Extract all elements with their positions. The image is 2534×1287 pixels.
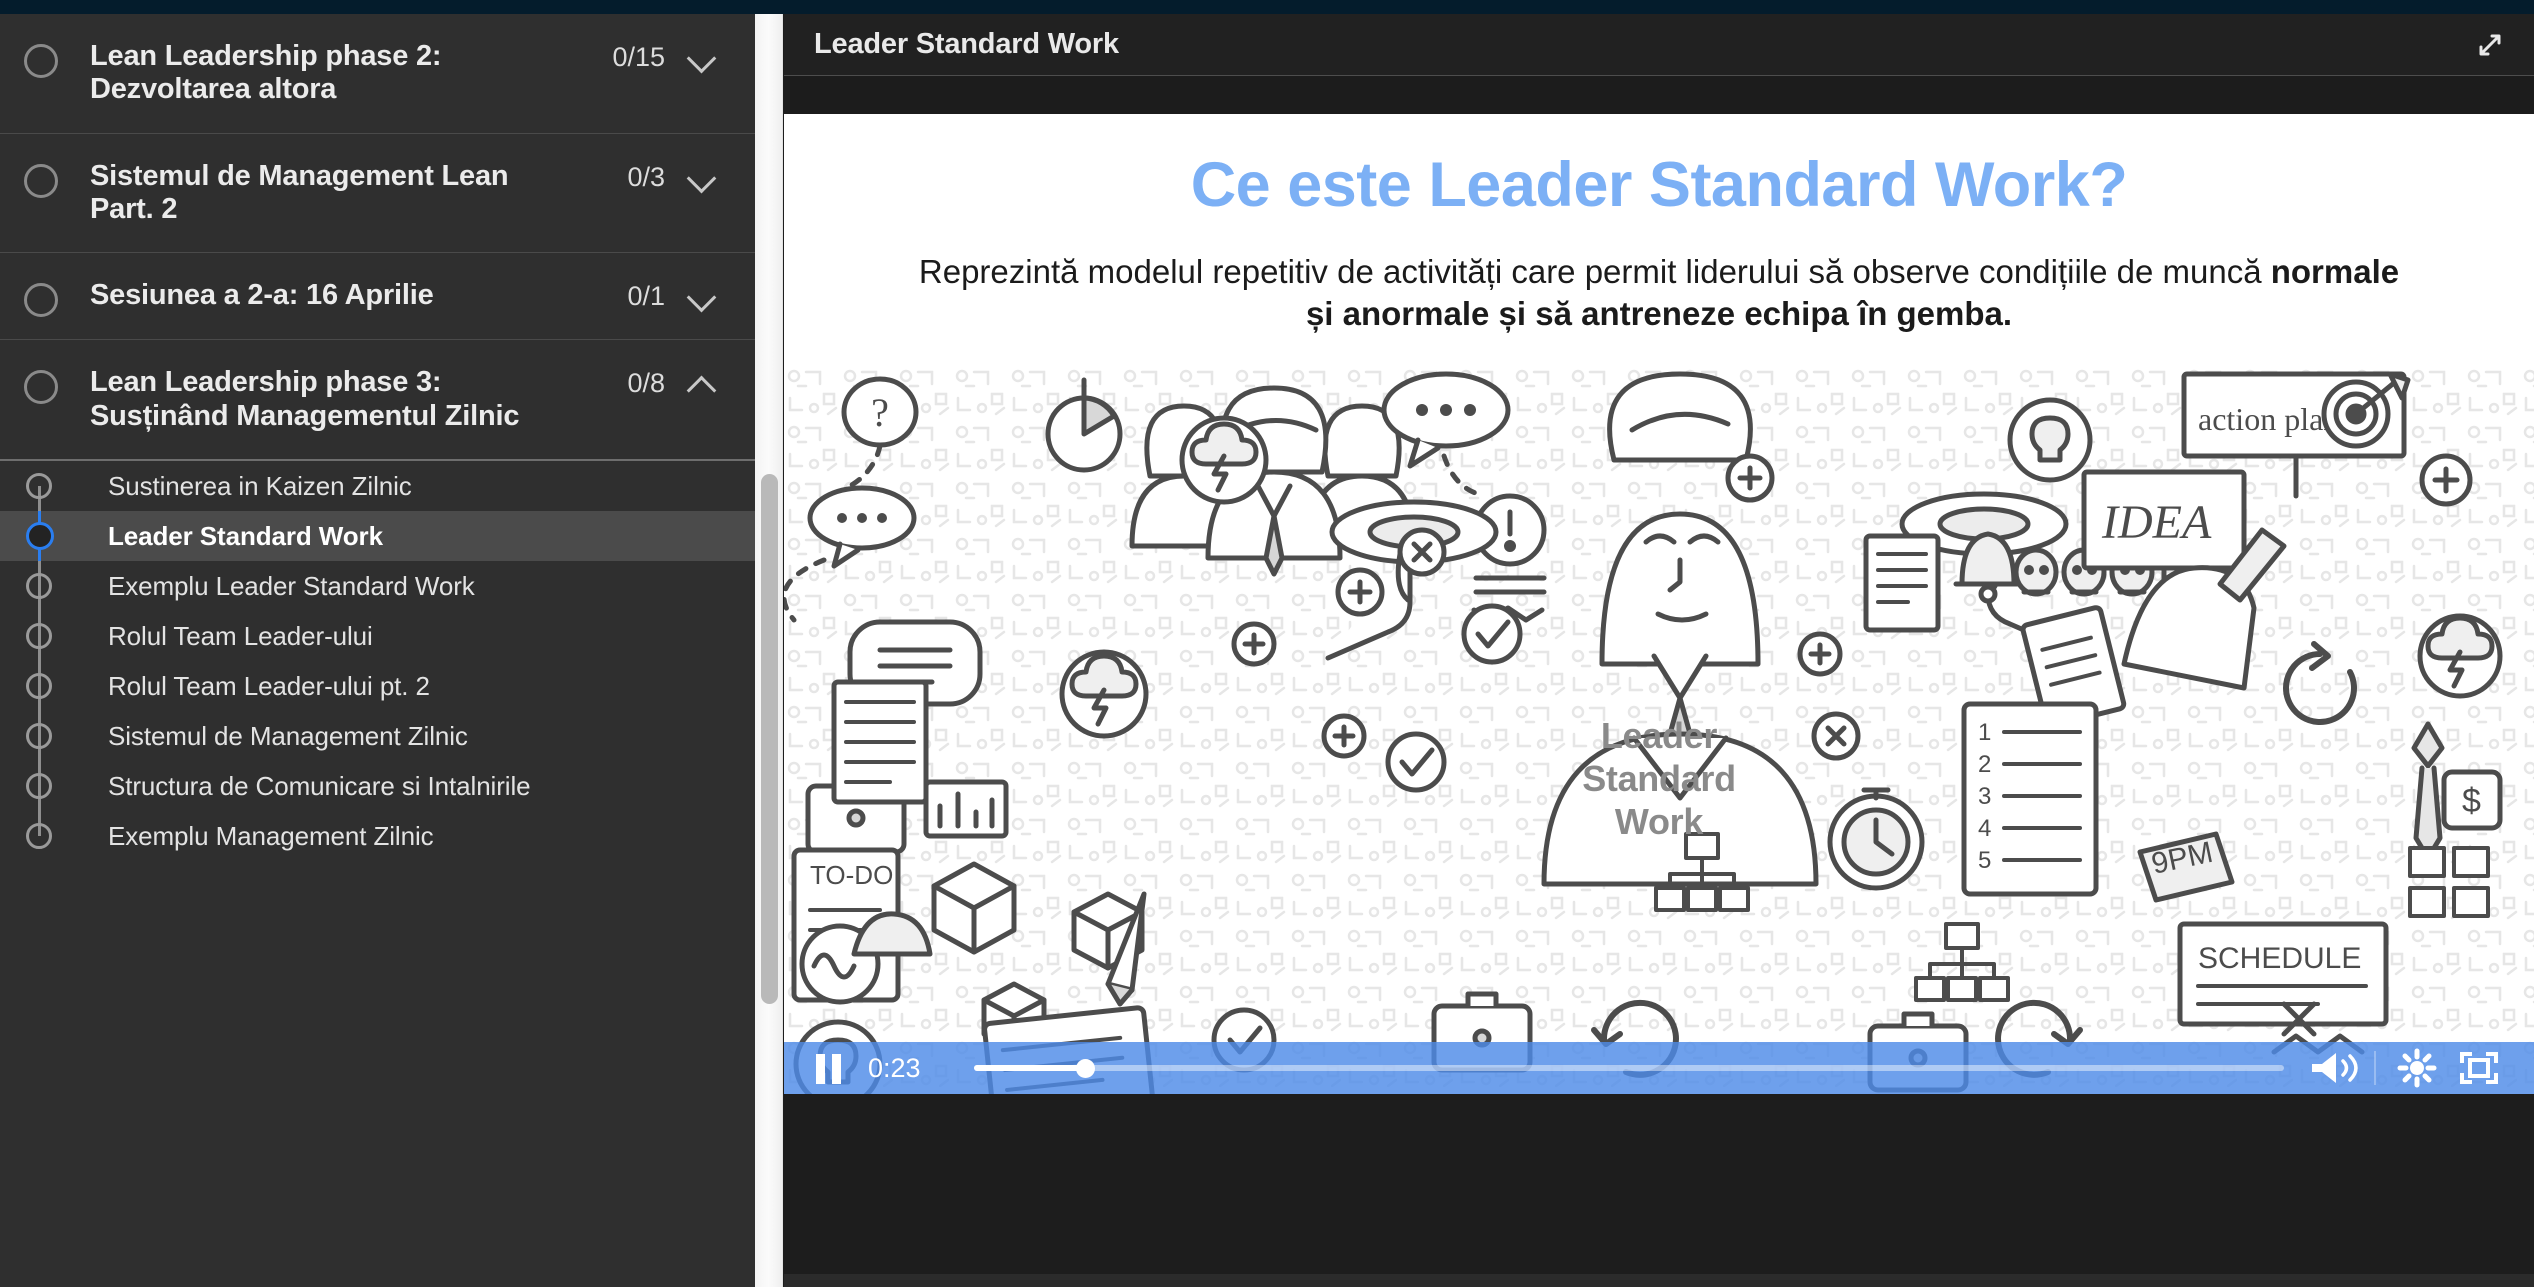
module-progress-count: 0/1 — [627, 281, 665, 312]
center-label-line-1: Leader — [1600, 715, 1718, 756]
lesson-status-circle-icon — [26, 473, 52, 500]
center-label-line-2: Standard — [1582, 758, 1736, 800]
chevron-down-icon[interactable] — [679, 160, 725, 194]
module-title: Lean Leadership phase 3: Susținând Manag… — [90, 366, 520, 432]
bottom-bar — [784, 1274, 2534, 1287]
pause-icon[interactable] — [808, 1051, 848, 1085]
lesson-label: Leader Standard Work — [108, 520, 383, 551]
lesson-status-circle-icon — [26, 673, 52, 700]
sidebar-module-0[interactable]: Lean Leadership phase 2: Dezvoltarea alt… — [0, 14, 755, 134]
volume-on-icon[interactable] — [2302, 1048, 2364, 1088]
module-progress-circle-icon — [24, 163, 58, 198]
module-progress-count: 0/8 — [627, 368, 665, 399]
module-progress-count: 0/15 — [612, 42, 665, 72]
controls-divider — [2374, 1051, 2376, 1085]
lesson-item-0[interactable]: Sustinerea in Kaizen Zilnic — [0, 461, 755, 512]
svg-text:3: 3 — [1978, 783, 1991, 810]
module-title: Lean Leadership phase 2: Dezvoltarea alt… — [90, 40, 442, 106]
svg-text:$: $ — [2462, 782, 2481, 820]
svg-text:4: 4 — [1978, 815, 1991, 842]
svg-text:5: 5 — [1978, 847, 1991, 874]
lesson-status-circle-icon — [26, 623, 52, 650]
lesson-label: Rolul Team Leader-ului pt. 2 — [108, 670, 430, 701]
video-controls-bar[interactable]: 0:23 — [784, 1042, 2534, 1094]
svg-text:?: ? — [871, 390, 889, 435]
lesson-item-3[interactable]: Rolul Team Leader-ului — [0, 611, 755, 662]
lesson-label: Exemplu Management Zilnic — [108, 820, 434, 851]
module-progress-circle-icon — [24, 283, 58, 318]
lesson-item-7[interactable]: Exemplu Management Zilnic — [0, 811, 755, 861]
module-title: Sistemul de Management Lean Part. 2 — [90, 159, 509, 226]
lesson-label: Sistemul de Management Zilnic — [108, 720, 468, 751]
module-progress-circle-icon — [24, 370, 58, 405]
video-stage[interactable]: Ce este Leader Standard Work? Reprezintă… — [784, 114, 2534, 1094]
lesson-item-2[interactable]: Exemplu Leader Standard Work — [0, 561, 755, 612]
below-video-area — [784, 1094, 2534, 1274]
lesson-status-circle-icon — [26, 723, 52, 750]
progress-slider[interactable] — [974, 1058, 2284, 1078]
top-navy-strip — [0, 0, 2534, 14]
lesson-item-6[interactable]: Structura de Comunicare si Intalnirile — [0, 761, 755, 812]
progress-fill — [974, 1065, 1086, 1071]
video-header: Leader Standard Work — [784, 14, 2534, 76]
svg-text:TO-DO: TO-DO — [810, 860, 893, 890]
sidebar-scrollbar-thumb[interactable] — [761, 474, 778, 1004]
lesson-status-circle-icon — [26, 773, 52, 800]
svg-text:2: 2 — [1978, 751, 1991, 778]
illustration-center-label: Leader Standard Work — [1582, 714, 1736, 844]
svg-text:IDEA: IDEA — [2101, 496, 2212, 549]
lesson-label: Exemplu Leader Standard Work — [108, 570, 475, 601]
lesson-label: Rolul Team Leader-ului — [108, 620, 373, 651]
course-sidebar[interactable]: Lean Leadership phase 2: Dezvoltarea alt… — [0, 14, 755, 1287]
svg-text:1: 1 — [1978, 719, 1991, 746]
chevron-down-icon[interactable] — [679, 40, 725, 74]
svg-text:SCHEDULE: SCHEDULE — [2198, 942, 2361, 975]
lesson-status-circle-icon — [26, 573, 52, 600]
lesson-status-circle-icon — [26, 823, 52, 850]
video-top-letterbox — [784, 76, 2534, 114]
gear-icon[interactable] — [2386, 1048, 2448, 1088]
course-player-app: Lean Leadership phase 2: Dezvoltarea alt… — [0, 0, 2534, 1287]
module-title: Sesiunea a 2-a: 16 Aprilie — [90, 279, 434, 312]
svg-text:action plan: action plan — [2198, 401, 2339, 437]
slide-body-normal: Reprezintă modelul repetitiv de activită… — [918, 253, 2271, 290]
lesson-status-circle-icon-active — [26, 522, 54, 551]
expand-diagonal-icon[interactable] — [2468, 23, 2512, 67]
sidebar-module-3[interactable]: Lean Leadership phase 3: Susținând Manag… — [0, 340, 755, 462]
chevron-up-icon[interactable] — [679, 366, 725, 400]
lesson-item-4[interactable]: Rolul Team Leader-ului pt. 2 — [0, 661, 755, 712]
sidebar-module-1[interactable]: Sistemul de Management Lean Part. 2 0/3 — [0, 134, 755, 254]
sidebar-module-2[interactable]: Sesiunea a 2-a: 16 Aprilie 0/1 — [0, 253, 755, 341]
slide-title: Ce este Leader Standard Work? — [1190, 150, 2128, 220]
module-progress-count: 0/3 — [627, 161, 665, 192]
lesson-label: Structura de Comunicare si Intalnirile — [108, 770, 531, 801]
lesson-item-5[interactable]: Sistemul de Management Zilnic — [0, 711, 755, 762]
progress-handle[interactable] — [1075, 1058, 1095, 1078]
page-title: Leader Standard Work — [814, 28, 1119, 60]
slide-body-text: Reprezintă modelul repetitiv de activită… — [859, 221, 2459, 335]
chevron-down-icon[interactable] — [679, 279, 725, 313]
center-label-line-3: Work — [1614, 801, 1704, 843]
module-progress-circle-icon — [24, 44, 58, 78]
content-panel: Leader Standard Work Ce este Leader Stan… — [784, 14, 2534, 1287]
current-time-label: 0:23 — [868, 1052, 921, 1083]
sidebar-scrollbar-track[interactable] — [755, 14, 783, 1287]
lesson-label: Sustinerea in Kaizen Zilnic — [108, 470, 412, 501]
lesson-list: Sustinerea in Kaizen Zilnic Leader Stand… — [0, 461, 755, 861]
lesson-item-1[interactable]: Leader Standard Work — [0, 511, 755, 562]
fullscreen-icon[interactable] — [2448, 1048, 2510, 1088]
